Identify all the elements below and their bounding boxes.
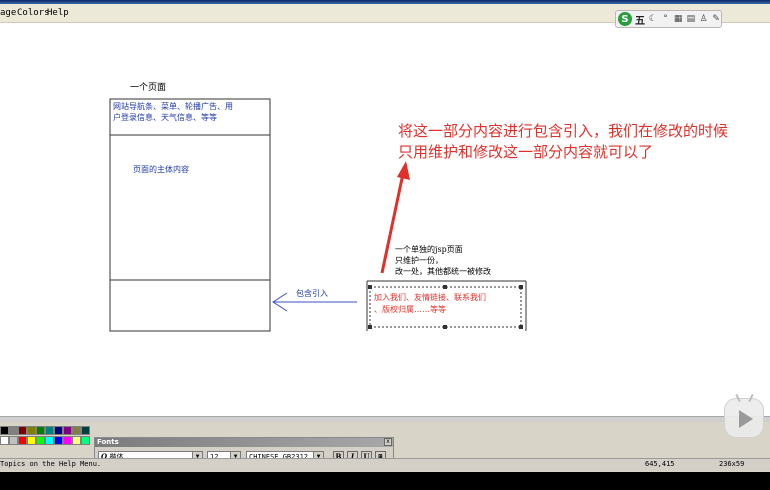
clipboard-icon[interactable]: ▤ xyxy=(686,14,696,25)
palette-swatch[interactable] xyxy=(27,426,36,435)
selection-handle[interactable] xyxy=(368,285,372,289)
play-icon xyxy=(739,410,753,428)
palette-swatch[interactable] xyxy=(72,426,81,435)
palette-swatch[interactable] xyxy=(36,426,45,435)
input-mode-label[interactable]: 五 xyxy=(635,12,645,27)
page-label: 一个页面 xyxy=(130,83,167,93)
jsp-line1: 只维护一份， xyxy=(395,256,443,265)
status-coords: 645,415 xyxy=(645,460,675,468)
palette-swatch[interactable] xyxy=(18,426,27,435)
footer-text-line1: 加入我们、友情链接、联系我们 xyxy=(374,293,486,302)
footer-text-line2: 、版权归属……等等 xyxy=(374,305,446,314)
bottom-black-bar xyxy=(0,472,770,490)
header-text-line2: 户登录信息、天气信息、等等 xyxy=(113,113,217,122)
video-play-button[interactable] xyxy=(724,393,764,438)
palette-swatch[interactable] xyxy=(9,426,18,435)
palette-swatch[interactable] xyxy=(36,436,45,445)
palette-swatch[interactable] xyxy=(54,436,63,445)
close-icon[interactable]: x xyxy=(384,438,392,446)
moon-icon[interactable]: ☾ xyxy=(648,14,658,25)
page-wireframe xyxy=(109,98,271,332)
header-text-line1: 网站导航条、菜单、轮播广告、用 xyxy=(113,102,233,111)
person-icon[interactable]: ♙ xyxy=(699,14,709,25)
palette-swatch[interactable] xyxy=(27,436,36,445)
palette-swatch[interactable] xyxy=(72,436,81,445)
palette-swatch[interactable] xyxy=(63,436,72,445)
selection-handle[interactable] xyxy=(519,325,523,329)
jsp-title: 一个单独的jsp页面 xyxy=(395,245,463,254)
wrench-icon[interactable]: ✎ xyxy=(711,14,721,25)
color-palette xyxy=(0,426,92,448)
menu-image[interactable]: age xyxy=(0,8,16,18)
selection-handle[interactable] xyxy=(368,325,372,329)
palette-swatch[interactable] xyxy=(81,436,90,445)
sogou-logo-icon[interactable]: S xyxy=(618,12,633,26)
status-help-text: Topics on the Help Menu. xyxy=(0,460,102,468)
drawing-svg xyxy=(109,98,527,332)
palette-swatch[interactable] xyxy=(45,426,54,435)
palette-swatch[interactable] xyxy=(9,436,18,445)
red-arrow-head xyxy=(397,161,410,180)
ime-toolbar[interactable]: S 五 ☾ ° ▦ ▤ ♙ ✎ xyxy=(615,10,722,28)
jsp-line2: 改一处，其他都统一被修改 xyxy=(395,267,491,276)
selection-handle[interactable] xyxy=(519,285,523,289)
annotation-line2: 只用维护和修改这一部分内容就可以了 xyxy=(398,143,654,161)
palette-swatch[interactable] xyxy=(18,436,27,445)
palette-swatch[interactable] xyxy=(54,426,63,435)
keyboard-icon[interactable]: ▦ xyxy=(673,14,683,25)
annotation-line1: 将这一部分内容进行包含引入，我们在修改的时候 xyxy=(398,122,729,140)
palette-swatch[interactable] xyxy=(45,436,54,445)
selection-handle[interactable] xyxy=(443,285,447,289)
palette-swatch[interactable] xyxy=(0,426,9,435)
menu-help[interactable]: Help xyxy=(47,8,69,18)
include-label: 包含引入 xyxy=(296,289,328,298)
main-content-text: 页面的主体内容 xyxy=(133,165,189,174)
selection-handle[interactable] xyxy=(443,325,447,329)
menu-colors[interactable]: Colors xyxy=(17,8,50,18)
status-bar: Topics on the Help Menu. 645,415 236x59 xyxy=(0,458,770,471)
dot-icon[interactable]: ° xyxy=(661,14,671,25)
fonts-toolbar-title: Fonts xyxy=(95,438,393,447)
status-size: 236x59 xyxy=(719,460,745,468)
palette-swatch[interactable] xyxy=(81,426,90,435)
palette-swatch[interactable] xyxy=(0,436,9,445)
palette-swatch[interactable] xyxy=(63,426,72,435)
paint-canvas[interactable]: 一个页面 网站导航条、菜单、轮播广告、用 户登录信息、天气信息、等等 页面的主体… xyxy=(0,23,770,416)
